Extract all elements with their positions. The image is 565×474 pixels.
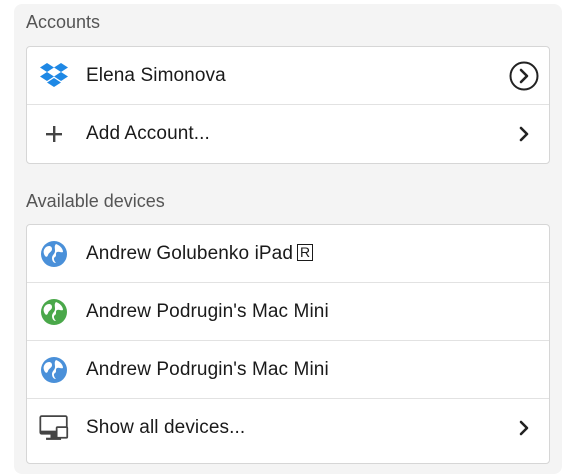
monitor-icon: [39, 413, 69, 443]
devices-list: Andrew Golubenko iPad R Andrew Podrugin's…: [26, 224, 550, 464]
add-account-label: Add Account...: [86, 123, 210, 144]
device-item-golubenko-ipad[interactable]: Andrew Golubenko iPad R: [27, 225, 549, 283]
device-name: Andrew Podrugin's Mac Mini: [86, 358, 329, 380]
add-account-button[interactable]: Add Account...: [27, 105, 549, 163]
dropbox-icon: [39, 61, 69, 91]
plus-icon: [39, 119, 69, 149]
globe-icon: [39, 239, 69, 269]
show-all-devices-button[interactable]: Show all devices...: [27, 399, 549, 457]
chevron-circle-right-icon[interactable]: [509, 61, 539, 91]
globe-icon: [39, 355, 69, 385]
account-item-elena-simonova[interactable]: Elena Simonova: [27, 47, 549, 105]
device-item-podrugin-mac-mini-2[interactable]: Andrew Podrugin's Mac Mini: [27, 341, 549, 399]
device-name: Andrew Golubenko iPad R: [86, 242, 314, 265]
chevron-right-icon: [517, 126, 531, 142]
account-name: Elena Simonova: [86, 64, 226, 86]
accounts-section-title: Accounts: [26, 12, 101, 32]
settings-panel: Accounts Elena Simonova Add Account... A…: [14, 4, 562, 474]
devices-section-title: Available devices: [26, 191, 165, 211]
globe-icon: [39, 297, 69, 327]
device-item-podrugin-mac-mini-1[interactable]: Andrew Podrugin's Mac Mini: [27, 283, 549, 341]
accounts-list: Elena Simonova Add Account...: [26, 46, 550, 164]
registered-badge: R: [297, 243, 314, 261]
device-name-text: Andrew Golubenko iPad: [86, 242, 294, 264]
device-name: Andrew Podrugin's Mac Mini: [86, 300, 329, 322]
chevron-right-icon: [517, 420, 531, 436]
show-all-devices-label: Show all devices...: [86, 417, 246, 438]
